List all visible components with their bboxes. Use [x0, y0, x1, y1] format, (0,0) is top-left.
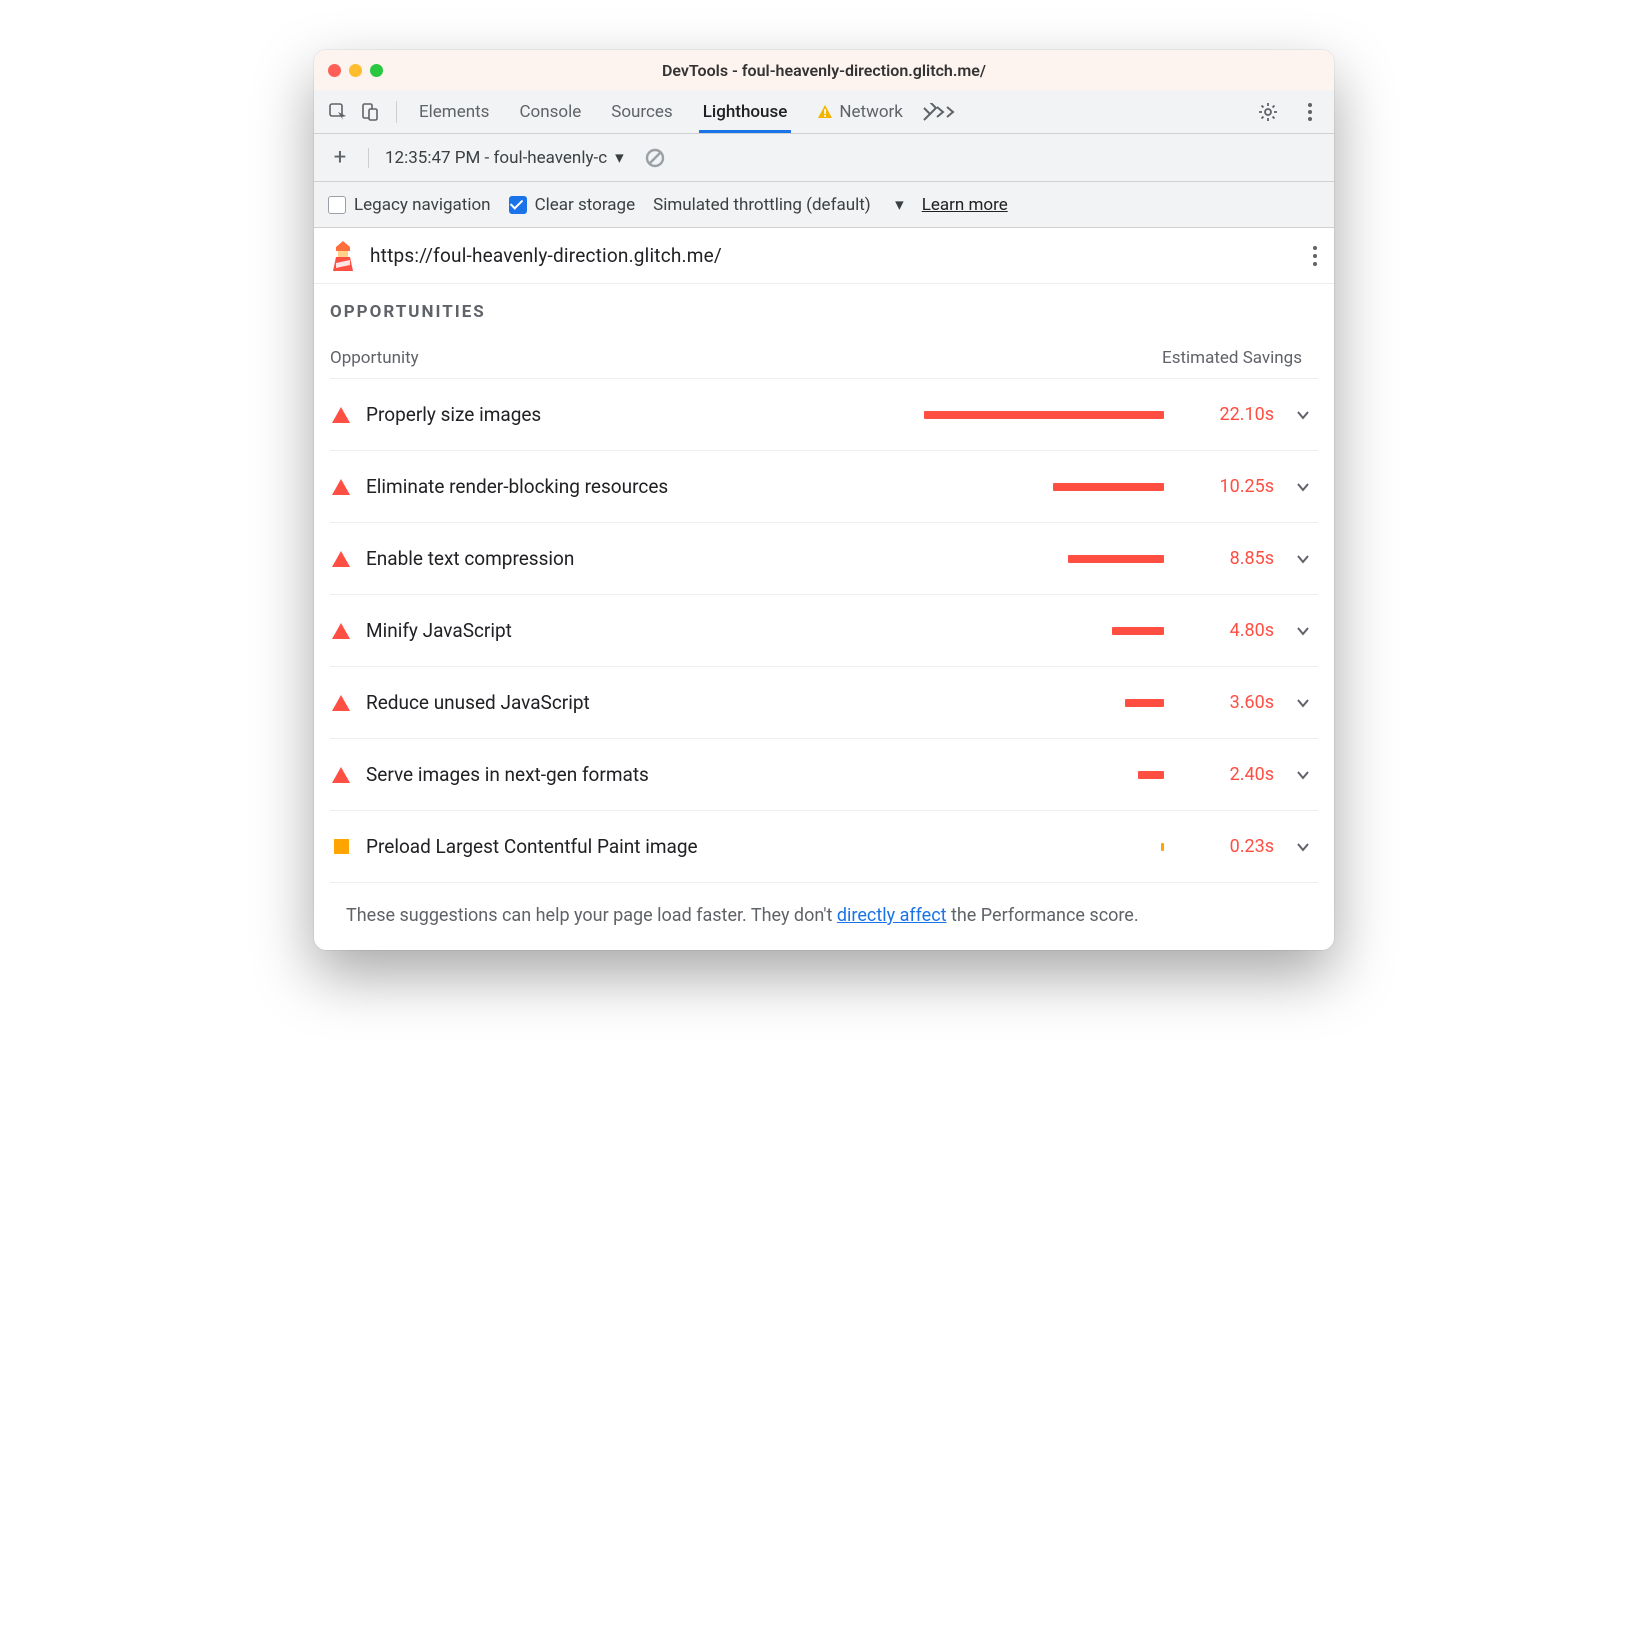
savings-value: 3.60s [1184, 692, 1274, 713]
opportunity-row[interactable]: Enable text compression 8.85s [330, 522, 1318, 594]
fail-triangle-icon [332, 551, 350, 567]
expand-chevron-icon[interactable] [1288, 623, 1318, 639]
footer-pre: These suggestions can help your page loa… [346, 905, 837, 926]
opportunity-label: Serve images in next-gen formats [366, 763, 746, 786]
tab-console[interactable]: Console [519, 92, 581, 132]
learn-more-link[interactable]: Learn more [922, 195, 1008, 215]
opportunities-list: Properly size images 22.10s Eliminate rend… [314, 378, 1334, 882]
col-opportunity: Opportunity [330, 348, 1078, 368]
tab-sources[interactable]: Sources [611, 92, 672, 132]
section-heading: OPPORTUNITIES [314, 284, 1334, 332]
dropdown-caret-icon: ▾ [615, 148, 624, 168]
dropdown-caret-icon: ▾ [895, 195, 904, 215]
opportunity-row[interactable]: Preload Largest Contentful Paint image 0.… [330, 810, 1318, 882]
footer-note: These suggestions can help your page loa… [330, 882, 1318, 950]
savings-value: 2.40s [1184, 764, 1274, 785]
window-title: DevTools - foul-heavenly-direction.glitc… [314, 61, 1334, 80]
throttling-select[interactable]: Simulated throttling (default) ▾ [653, 195, 904, 215]
savings-value: 22.10s [1184, 404, 1274, 425]
expand-chevron-icon[interactable] [1288, 407, 1318, 423]
footer-link[interactable]: directly affect [837, 905, 947, 926]
lighthouse-toolbar: + 12:35:47 PM - foul-heavenly-c ▾ [314, 134, 1334, 182]
expand-chevron-icon[interactable] [1288, 839, 1318, 855]
fail-triangle-icon [332, 407, 350, 423]
divider [396, 101, 397, 123]
fail-triangle-icon [332, 479, 350, 495]
report-select-label: 12:35:47 PM - foul-heavenly-c [385, 148, 607, 168]
savings-bar [760, 411, 1170, 419]
opportunity-row[interactable]: Reduce unused JavaScript 3.60s [330, 666, 1318, 738]
new-report-icon[interactable]: + [328, 145, 352, 170]
warning-icon [817, 104, 833, 120]
option-label: Clear storage [535, 195, 636, 215]
fail-triangle-icon [332, 695, 350, 711]
tab-label: Network [839, 102, 903, 122]
report-menu-icon[interactable] [1312, 245, 1318, 267]
device-toggle-icon[interactable] [356, 98, 384, 126]
expand-chevron-icon[interactable] [1288, 767, 1318, 783]
opportunity-row[interactable]: Serve images in next-gen formats 2.40s [330, 738, 1318, 810]
warning-square-icon [334, 839, 349, 854]
devtools-window: DevTools - foul-heavenly-direction.glitc… [314, 50, 1334, 950]
opportunity-row[interactable]: Minify JavaScript 4.80s [330, 594, 1318, 666]
inspect-icon[interactable] [324, 98, 352, 126]
col-savings: Estimated Savings [1078, 348, 1318, 368]
tested-url: https://foul-heavenly-direction.glitch.m… [370, 244, 722, 267]
clear-storage-option[interactable]: Clear storage [509, 195, 636, 215]
expand-chevron-icon[interactable] [1288, 551, 1318, 567]
savings-value: 0.23s [1184, 836, 1274, 857]
savings-value: 4.80s [1184, 620, 1274, 641]
gear-icon[interactable] [1254, 98, 1282, 126]
opportunity-label: Eliminate render-blocking resources [366, 475, 746, 498]
tab-lighthouse[interactable]: Lighthouse [703, 92, 788, 132]
opportunity-label: Enable text compression [366, 547, 746, 570]
savings-value: 8.85s [1184, 548, 1274, 569]
opportunity-label: Reduce unused JavaScript [366, 691, 746, 714]
clear-icon[interactable] [644, 147, 666, 169]
savings-bar [760, 699, 1170, 707]
overflow-chevrons-icon[interactable] [935, 104, 957, 120]
opportunity-label: Minify JavaScript [366, 619, 746, 642]
option-label: Legacy navigation [354, 195, 491, 215]
checkbox-icon[interactable] [509, 196, 527, 214]
opportunity-row[interactable]: Properly size images 22.10s [330, 378, 1318, 450]
throttling-label: Simulated throttling (default) [653, 195, 871, 215]
columns-header: Opportunity Estimated Savings [314, 332, 1334, 378]
tab-elements[interactable]: Elements [419, 92, 489, 132]
savings-bar [760, 843, 1170, 851]
report-header: https://foul-heavenly-direction.glitch.m… [314, 228, 1334, 284]
kebab-menu-icon[interactable] [1296, 98, 1324, 126]
legacy-navigation-option[interactable]: Legacy navigation [328, 195, 491, 215]
fail-triangle-icon [332, 623, 350, 639]
savings-bar [760, 771, 1170, 779]
savings-bar [760, 483, 1170, 491]
opportunity-label: Properly size images [366, 403, 746, 426]
savings-value: 10.25s [1184, 476, 1274, 497]
savings-bar [760, 627, 1170, 635]
panel-tabs: Elements Console Sources Lighthouse Network [419, 92, 903, 132]
checkbox-icon[interactable] [328, 196, 346, 214]
lighthouse-icon [330, 241, 356, 271]
fail-triangle-icon [332, 767, 350, 783]
savings-bar [760, 555, 1170, 563]
panel-tabbar: Elements Console Sources Lighthouse Network [314, 90, 1334, 134]
expand-chevron-icon[interactable] [1288, 695, 1318, 711]
titlebar: DevTools - foul-heavenly-direction.glitc… [314, 50, 1334, 90]
opportunity-label: Preload Largest Contentful Paint image [366, 835, 746, 858]
opportunity-row[interactable]: Eliminate render-blocking resources 10.25… [330, 450, 1318, 522]
tab-network[interactable]: Network [817, 92, 903, 132]
expand-chevron-icon[interactable] [1288, 479, 1318, 495]
footer-post: the Performance score. [947, 905, 1139, 926]
report-select[interactable]: 12:35:47 PM - foul-heavenly-c ▾ [368, 148, 624, 168]
lighthouse-settings-bar: Legacy navigation Clear storage Simulate… [314, 182, 1334, 228]
